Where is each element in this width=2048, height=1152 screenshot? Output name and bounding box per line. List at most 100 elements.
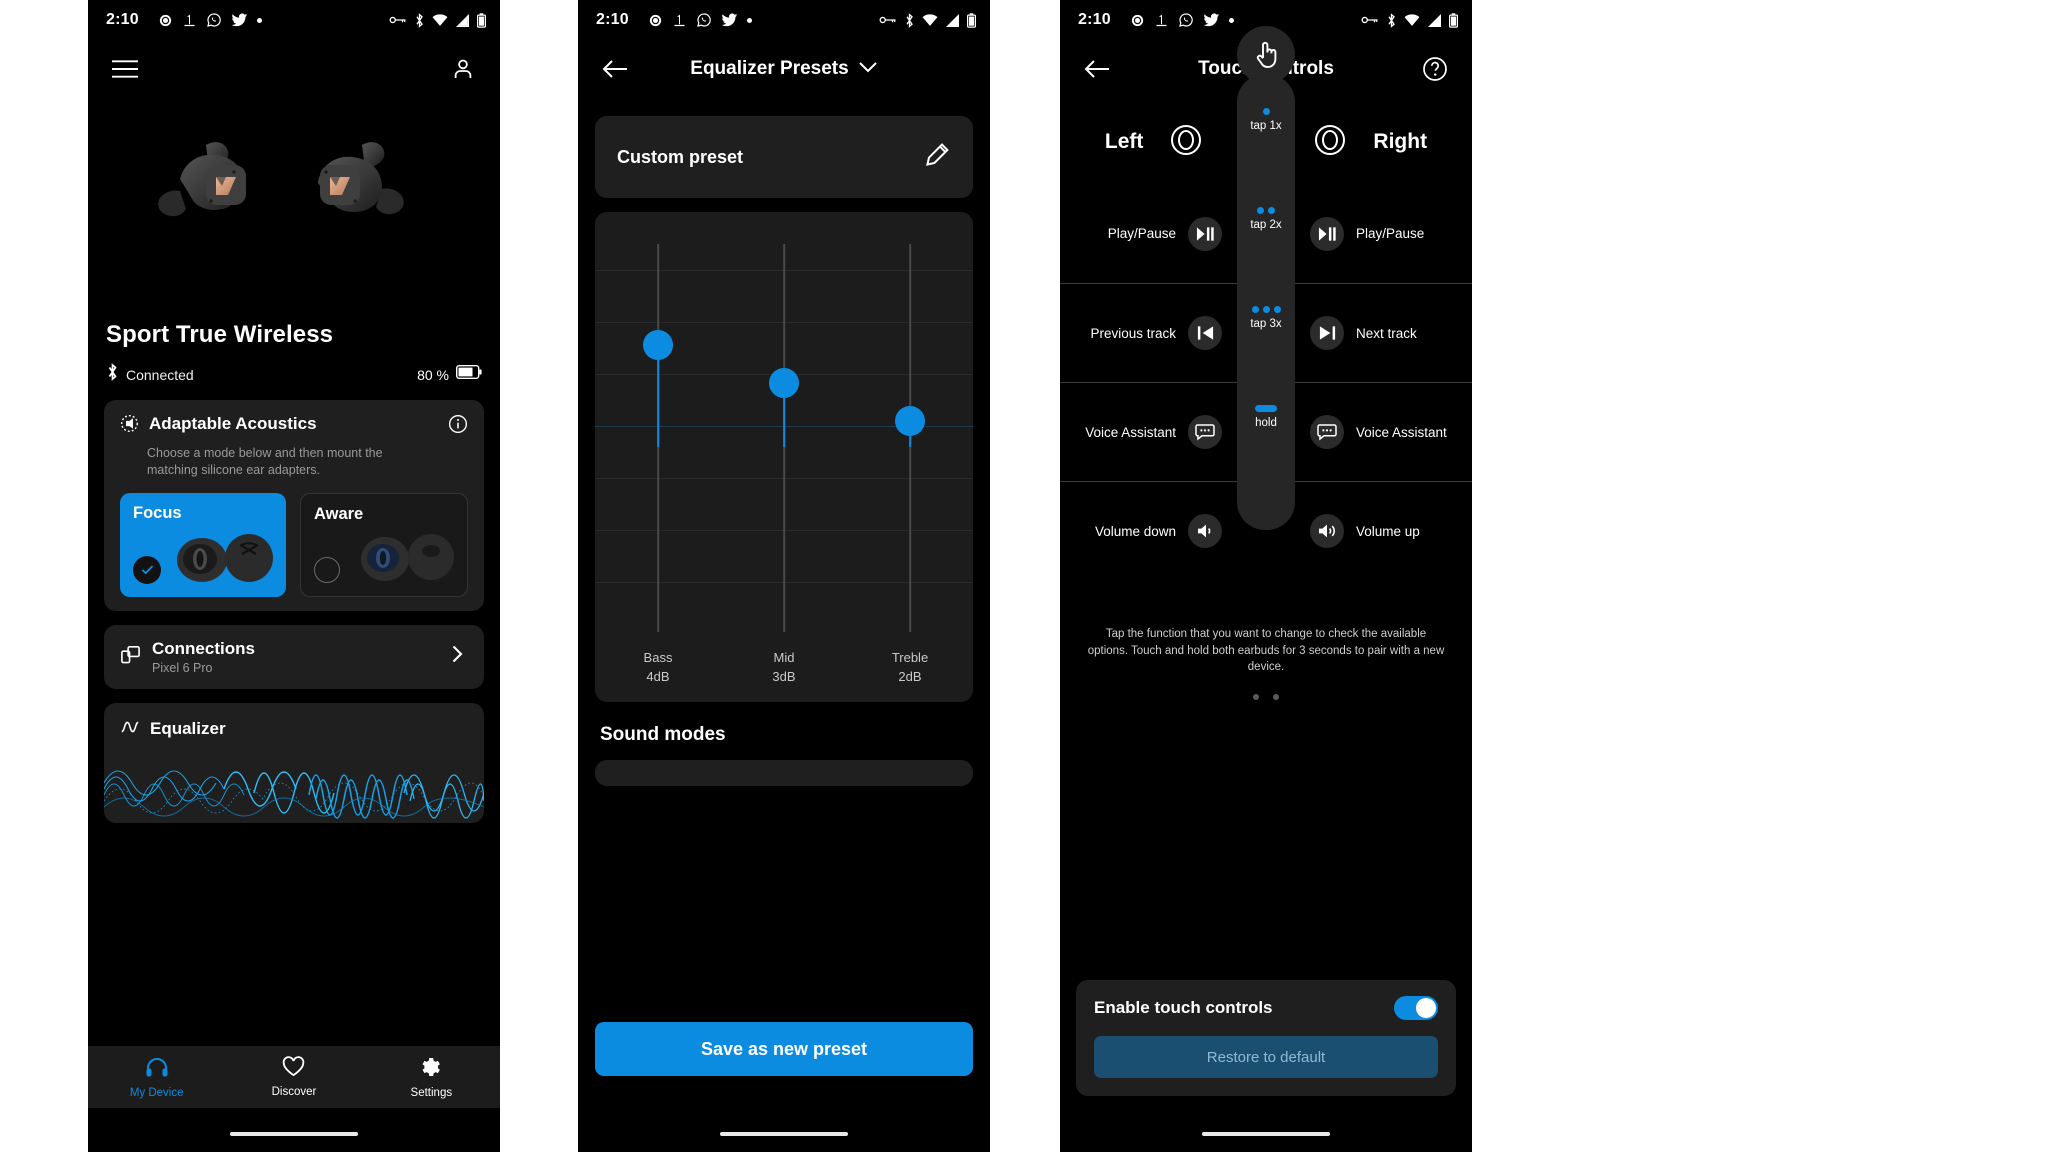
battery-level-icon	[455, 364, 482, 384]
enable-touch-controls-toggle[interactable]	[1394, 996, 1438, 1020]
onemore-app-icon	[182, 13, 197, 28]
status-bar: 2:10	[88, 0, 500, 40]
signal-app-icon	[648, 13, 663, 28]
touch-left-label: Previous track	[1090, 325, 1176, 341]
mode-focus[interactable]: Focus	[120, 492, 286, 597]
next-track-icon[interactable]	[1310, 316, 1344, 350]
nav-item-my-device-label: My Device	[129, 1086, 184, 1099]
nav-item-settings[interactable]: Settings	[363, 1056, 500, 1099]
gesture-hold-label: hold	[1255, 417, 1277, 429]
custom-preset-card[interactable]: Custom preset	[595, 116, 973, 198]
band-fill	[657, 345, 659, 447]
enable-touch-controls-panel: Enable touch controls Restore to default	[1076, 980, 1456, 1096]
touch-right-label: Play/Pause	[1356, 226, 1425, 241]
onemore-app-icon	[1154, 13, 1169, 28]
onemore-app-icon	[672, 13, 687, 28]
connection-status-label: Connected	[126, 366, 194, 383]
band-knob-bass[interactable]	[643, 330, 673, 360]
gesture-column: tap 1x tap 2x tap 3x hold	[1237, 26, 1295, 530]
nav-item-discover-label: Discover	[271, 1086, 317, 1098]
screenshot-stage: 2:10 Sport True Wireless Connected 80 % …	[0, 0, 2048, 1152]
battery-icon	[1449, 12, 1458, 28]
save-as-new-preset-button[interactable]: Save as new preset	[595, 1022, 973, 1076]
phone-screen-equalizer-presets: 2:10 Equalizer Presets Custom preset Bas…	[578, 0, 990, 1152]
voice-assistant-icon[interactable]	[1188, 415, 1222, 449]
mode-focus-selected-check	[133, 555, 161, 584]
bluetooth-icon	[1386, 12, 1397, 28]
adaptable-acoustics-icon	[120, 414, 139, 438]
touch-left-label: Voice Assistant	[1085, 424, 1176, 440]
right-label: Right	[1373, 130, 1428, 153]
mode-aware[interactable]: Aware	[300, 492, 468, 597]
adaptable-acoustics-card[interactable]: Adaptable Acoustics Choose a mode below …	[104, 400, 484, 611]
hamburger-menu-icon[interactable]	[108, 52, 142, 86]
touch-right-label: Voice Assistant	[1356, 424, 1447, 440]
band-value-bass: 4dB	[646, 669, 670, 684]
info-circle-icon[interactable]	[448, 414, 468, 439]
twitter-icon	[231, 12, 248, 28]
band-name-mid: Mid	[773, 650, 795, 665]
play-pause-icon[interactable]	[1310, 216, 1344, 251]
left-label: Left	[1104, 130, 1144, 153]
page-dot[interactable]	[1253, 694, 1259, 701]
gesture-tap-3x[interactable]: tap 3x	[1237, 306, 1295, 330]
equalizer-band-treble[interactable]: Treble 2dB	[847, 230, 973, 702]
cellular-icon	[455, 13, 470, 27]
equalizer-band-bass[interactable]: Bass 4dB	[595, 230, 721, 702]
wifi-icon	[432, 13, 448, 27]
adaptable-acoustics-subtitle: Choose a mode below and then mount the m…	[147, 446, 383, 477]
vpn-key-icon	[389, 14, 407, 26]
connections-row[interactable]: Connections Pixel 6 Pro	[104, 624, 484, 689]
page-dot[interactable]	[1273, 694, 1279, 701]
back-arrow-icon[interactable]	[1080, 52, 1114, 86]
voice-assistant-icon[interactable]	[1310, 415, 1344, 449]
chevron-right-icon[interactable]	[446, 643, 468, 670]
device-name: Sport True Wireless	[106, 321, 334, 348]
band-name-bass: Bass	[643, 650, 673, 665]
phone-screen-my-device: 2:10 Sport True Wireless Connected 80 % …	[88, 0, 500, 1152]
whatsapp-icon	[696, 12, 712, 28]
pencil-edit-icon[interactable]	[923, 141, 951, 174]
gesture-hold[interactable]: hold	[1237, 405, 1295, 429]
cellular-icon	[945, 13, 960, 27]
gear-icon	[420, 1056, 442, 1083]
home-indicator	[720, 1132, 848, 1136]
nav-item-discover[interactable]: Discover	[225, 1056, 362, 1098]
home-indicator	[1202, 1132, 1330, 1136]
home-indicator	[230, 1132, 358, 1136]
mode-aware-radio[interactable]	[314, 556, 340, 583]
whatsapp-icon	[206, 12, 222, 28]
equalizer-band-mid[interactable]: Mid 3dB	[721, 230, 847, 702]
twitter-icon	[1203, 12, 1220, 28]
volume-down-icon[interactable]	[1188, 514, 1222, 548]
gesture-tap-1x[interactable]: tap 1x	[1237, 108, 1295, 132]
signal-app-icon	[158, 13, 173, 28]
back-arrow-icon[interactable]	[598, 52, 632, 86]
touch-left-action-volume-down[interactable]: Volume down	[1076, 514, 1266, 548]
earbuds-hero-image	[88, 98, 500, 313]
mode-focus-label: Focus	[133, 503, 182, 522]
bluetooth-icon	[414, 12, 425, 28]
vpn-key-icon	[879, 14, 897, 26]
restore-to-default-button[interactable]: Restore to default	[1094, 1036, 1438, 1078]
status-time: 2:10	[1078, 11, 1111, 28]
sound-modes-list-partial[interactable]	[595, 760, 973, 786]
gesture-tap-3x-label: tap 3x	[1250, 318, 1282, 330]
band-knob-treble[interactable]	[895, 406, 925, 436]
account-person-icon[interactable]	[446, 52, 480, 86]
touch-right-action-volume-up[interactable]: Volume up	[1266, 514, 1456, 548]
play-pause-icon[interactable]	[1188, 216, 1222, 251]
page-indicator	[1060, 694, 1472, 701]
equalizer-card[interactable]: Equalizer	[104, 702, 484, 823]
equalizer-sliders-panel: Bass 4dB Mid 3dB Treble 2dB	[595, 212, 973, 702]
previous-track-icon[interactable]	[1188, 316, 1222, 350]
chevron-down-icon[interactable]	[858, 60, 878, 79]
touch-controls-hint: Tap the function that you want to change…	[1087, 628, 1445, 674]
gesture-tap-2x[interactable]: tap 2x	[1237, 207, 1295, 231]
band-value-treble: 2dB	[898, 669, 922, 684]
band-knob-mid[interactable]	[769, 368, 799, 398]
aware-ear-adapters-image	[355, 521, 459, 588]
nav-item-my-device[interactable]: My Device	[88, 1056, 225, 1099]
volume-up-icon[interactable]	[1310, 514, 1344, 548]
help-circle-icon[interactable]	[1418, 52, 1452, 86]
